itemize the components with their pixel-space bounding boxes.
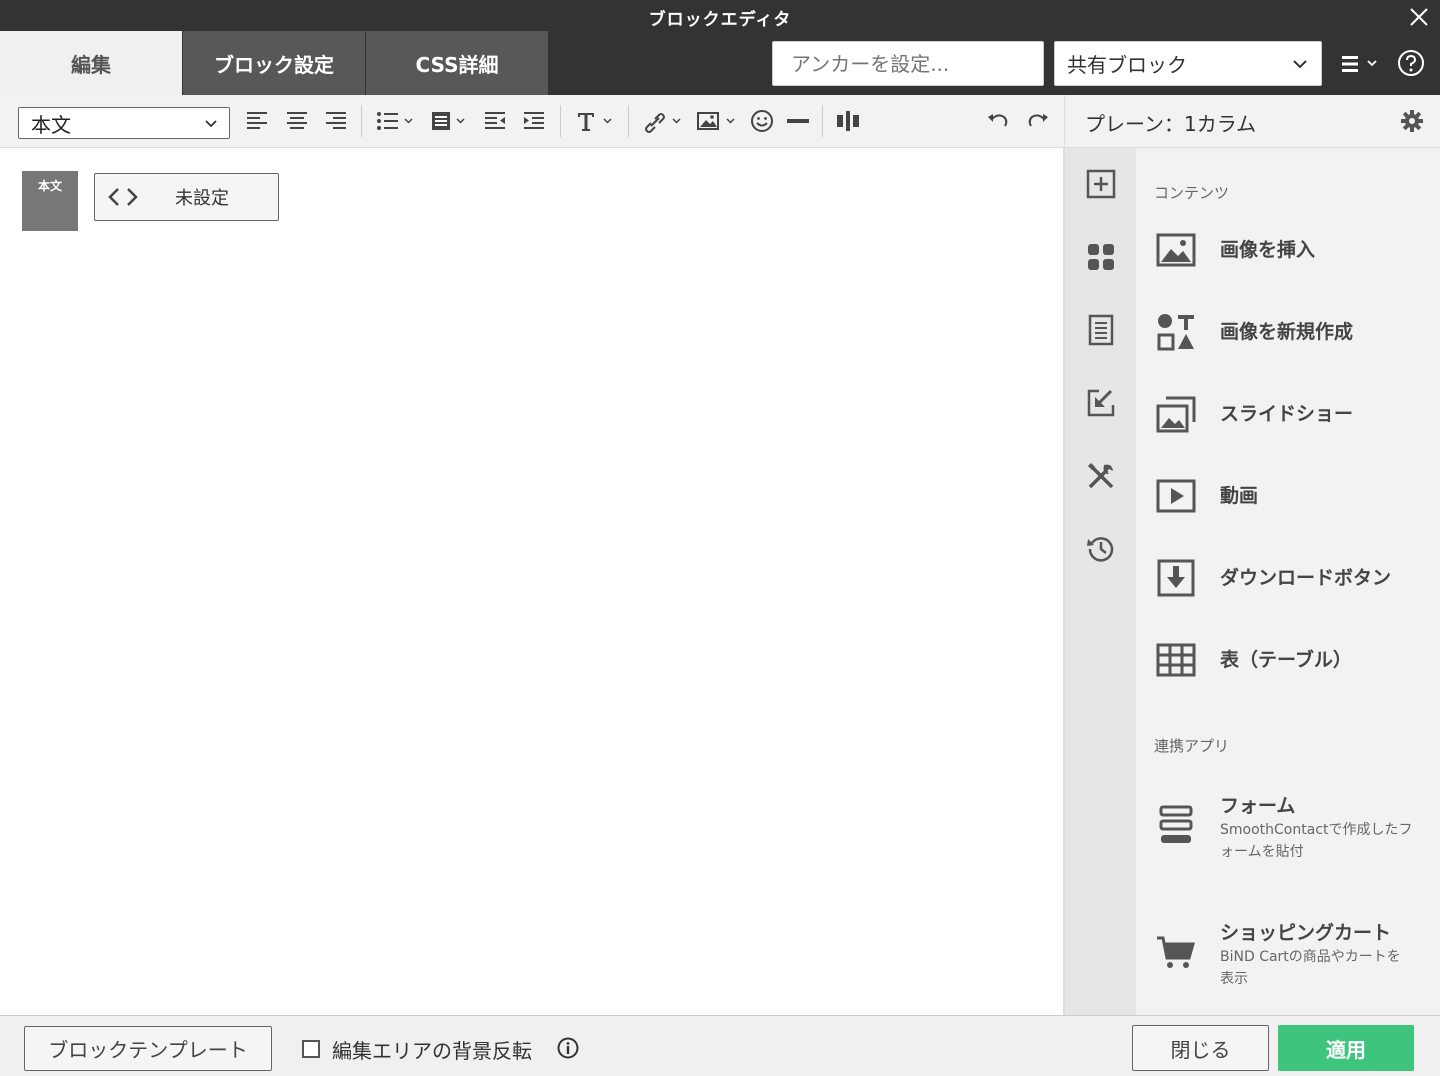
align-left-icon[interactable] [246, 107, 268, 135]
chevron-down-icon [1293, 60, 1307, 69]
menu-icon[interactable] [1340, 53, 1384, 75]
tab-edit[interactable]: 編集 [0, 31, 182, 95]
undo-icon[interactable] [986, 107, 1010, 135]
indent-icon[interactable] [523, 107, 547, 135]
emoji-icon[interactable] [750, 107, 774, 135]
layout-header: プレーン：1カラム [1064, 95, 1440, 148]
item-label: スライドショー [1220, 403, 1354, 425]
tab-block-settings[interactable]: ブロック設定 [183, 31, 365, 95]
item-description-line2: 表示 [1220, 971, 1248, 987]
item-label: 表（テーブル） [1220, 649, 1352, 671]
image-icon [1156, 233, 1196, 267]
shared-block-value: 共有ブロック [1067, 53, 1187, 77]
anchor-input[interactable] [772, 41, 1044, 86]
shapes-icon [1157, 314, 1194, 351]
item-label: 動画 [1220, 485, 1259, 507]
toolbar-divider [628, 105, 629, 137]
redo-icon[interactable] [1026, 107, 1050, 135]
list-item-insert-image[interactable]: 画像を挿入 [1156, 230, 1436, 270]
align-center-icon[interactable] [286, 107, 308, 135]
list-item-download-button[interactable]: ダウンロードボタン [1156, 558, 1436, 598]
gear-icon[interactable] [1400, 109, 1424, 133]
outdent-icon[interactable] [484, 107, 508, 135]
invert-bg-label: 編集エリアの背景反転 [332, 1039, 532, 1063]
tab-css-details[interactable]: CSS詳細 [366, 31, 548, 95]
cart-text: ショッピングカート BiND Cartの商品やカートを 表示 [1220, 920, 1401, 990]
form-text: フォーム SmoothContactで作成したフ ォームを貼付 [1220, 793, 1413, 863]
close-button[interactable]: 閉じる [1132, 1025, 1269, 1071]
align-right-icon[interactable] [325, 107, 347, 135]
block-template-button[interactable]: ブロックテンプレート [24, 1026, 272, 1071]
paragraph-style-select[interactable]: 本文 [18, 107, 230, 139]
table-icon [1156, 643, 1196, 677]
item-description-line1: BiND Cartの商品やカートを [1220, 949, 1401, 965]
anchor-chip-label: 未設定 [175, 188, 229, 209]
horizontal-rule-icon[interactable] [786, 107, 810, 135]
item-label: フォーム [1220, 795, 1296, 817]
add-icon[interactable] [1085, 168, 1117, 200]
content-list-panel: コンテンツ 画像を挿入 画像を新規作成 スライドショー 動画 ダウンロードボタン… [1136, 148, 1440, 1015]
list-item-video[interactable]: 動画 [1156, 476, 1436, 516]
toolbar-divider [560, 105, 561, 137]
edit-area[interactable]: 本文 未設定 [0, 148, 1064, 1015]
item-description-line2: ォームを貼付 [1220, 844, 1304, 860]
apply-button[interactable]: 適用 [1278, 1025, 1414, 1071]
title-bar: ブロックエディタ [0, 0, 1440, 31]
item-label: 画像を新規作成 [1220, 321, 1354, 343]
shared-block-select[interactable]: 共有ブロック [1054, 41, 1322, 86]
item-label: ショッピングカート [1220, 922, 1392, 944]
item-label: 画像を挿入 [1220, 239, 1316, 261]
chevron-down-icon [205, 120, 217, 128]
anchor-chip[interactable]: 未設定 [94, 173, 279, 221]
list-item-shopping-cart[interactable]: ショッピングカート BiND Cartの商品やカートを 表示 [1156, 920, 1436, 990]
editor-toolbar: 本文 [0, 95, 1064, 148]
info-icon[interactable] [557, 1037, 579, 1059]
paragraph-style-value: 本文 [31, 112, 71, 137]
block-type-badge: 本文 [22, 171, 78, 231]
history-icon[interactable] [1085, 533, 1117, 565]
list-item-table[interactable]: 表（テーブル） [1156, 640, 1436, 680]
slideshow-icon [1156, 396, 1196, 433]
tab-bar: 編集 ブロック設定 CSS詳細 共有ブロック [0, 31, 1440, 95]
window-title: ブロックエディタ [648, 10, 792, 30]
toolbar-divider [822, 105, 823, 137]
column-icon[interactable] [836, 107, 860, 135]
layout-label: プレーン：1カラム [1085, 112, 1257, 136]
item-label: ダウンロードボタン [1220, 567, 1392, 589]
form-icon [1159, 805, 1193, 843]
text-style-icon[interactable] [575, 107, 615, 135]
invert-bg-checkbox[interactable] [302, 1040, 320, 1058]
tools-icon[interactable] [1085, 460, 1117, 492]
image-icon[interactable] [697, 107, 739, 135]
cart-icon [1157, 936, 1195, 968]
help-icon[interactable] [1397, 49, 1425, 77]
footer-bar: ブロックテンプレート 編集エリアの背景反転 閉じる 適用 [0, 1015, 1440, 1076]
close-icon[interactable] [1408, 6, 1430, 28]
link-icon[interactable] [642, 107, 684, 135]
list-icon[interactable] [376, 107, 416, 135]
grid-blocks-icon[interactable] [1085, 241, 1117, 273]
section-apps-label: 連携アプリ [1154, 737, 1230, 755]
page-icon[interactable] [1085, 314, 1117, 346]
section-contents-label: コンテンツ [1154, 184, 1230, 202]
toolbar-divider [361, 105, 362, 137]
code-icon [108, 188, 138, 206]
download-icon [1157, 559, 1195, 597]
list-item-slideshow[interactable]: スライドショー [1156, 394, 1436, 434]
import-icon[interactable] [1085, 387, 1117, 419]
panel-icon-strip [1064, 148, 1136, 1015]
list-item-form[interactable]: フォーム SmoothContactで作成したフ ォームを貼付 [1156, 793, 1436, 863]
list-item-create-image[interactable]: 画像を新規作成 [1156, 312, 1436, 352]
video-icon [1156, 479, 1196, 513]
block-format-icon[interactable] [430, 107, 470, 135]
item-description-line1: SmoothContactで作成したフ [1220, 822, 1413, 838]
